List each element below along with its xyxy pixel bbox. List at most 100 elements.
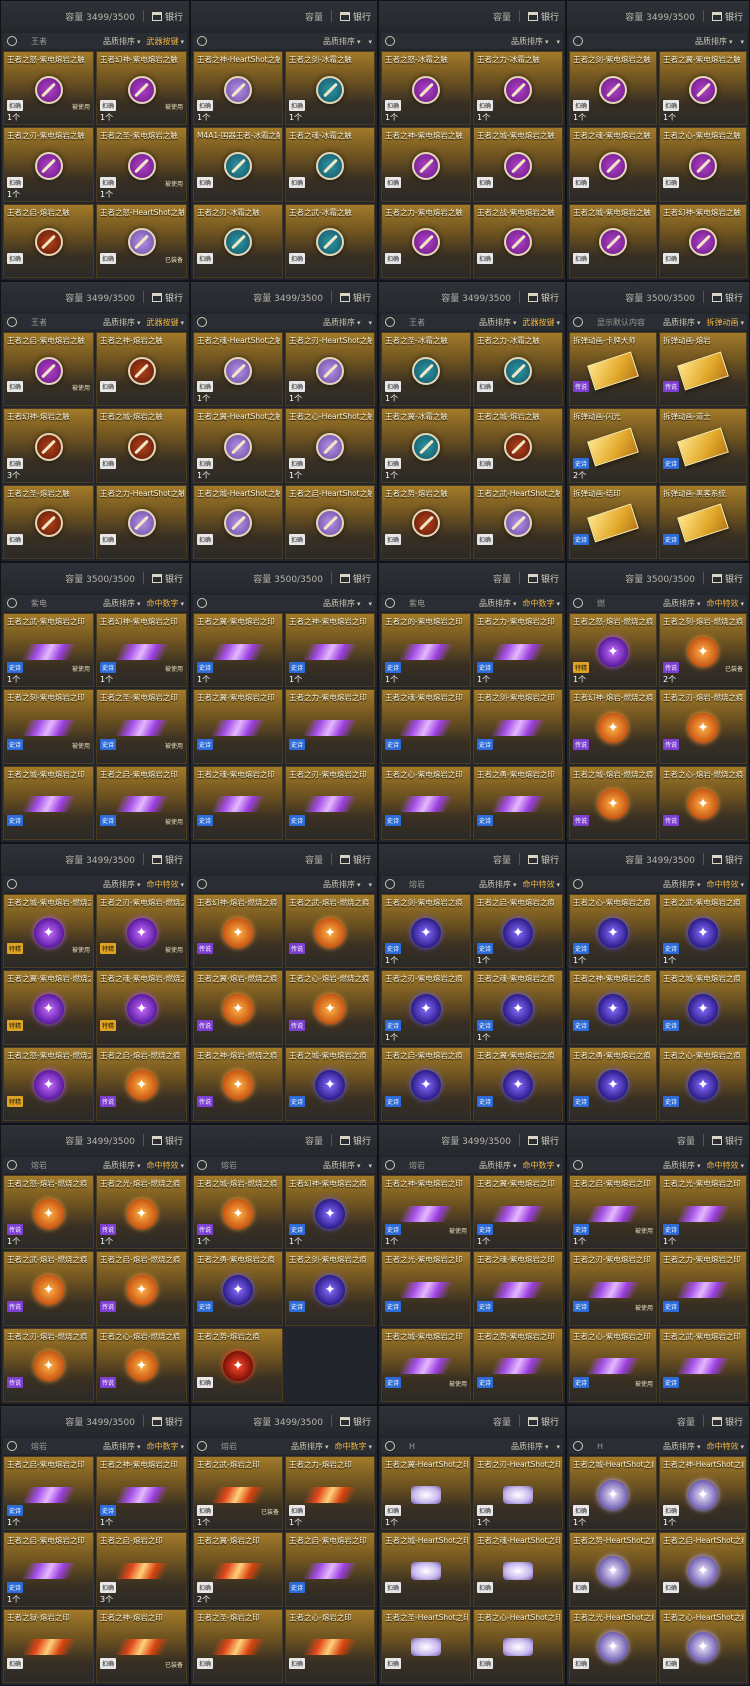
item-card[interactable]: 王者之魂-紫电熔岩之印 史诗 [381,689,471,764]
search-icon[interactable] [7,317,17,327]
item-card[interactable]: 王者之武-熔岩-燃烧之痕 ✦ 传说 [285,894,375,969]
item-card[interactable]: 王者之翼-HeartShot之印 扣确 1个 [381,1456,471,1531]
item-card[interactable]: 王者之力-HeartShot之触 扣确 [96,484,187,559]
category-dropdown[interactable]: 命中特效 [703,1441,747,1452]
bank-button[interactable]: 银行 [151,1134,183,1147]
item-card[interactable]: 王者之圣-熔岩之触 扣确 [3,484,94,559]
item-card[interactable]: 王者之势-熔岩之触 扣确 [381,484,471,559]
item-card[interactable]: 王者之势-HeartShot之痕 ✦ 扣确 [569,1532,657,1607]
search-input[interactable]: 王者 [21,36,100,47]
search-input[interactable]: 显示默认内容 [587,317,660,328]
item-card[interactable]: 王者之魂-冰霜之触 扣确 [285,127,375,202]
sort-dropdown[interactable]: 品质排序 [320,598,364,609]
item-card[interactable]: 王者之光-HeartShot之痕 ✦ 扣确 [569,1608,657,1683]
item-card[interactable]: 王者之怒-熔岩-燃烧之痕 ✦ 传说 1个 [3,1175,94,1250]
item-card[interactable]: 王者之启-紫电熔岩之触 扣确 被使用 [3,332,94,407]
item-card[interactable]: 王者之城-紫电熔岩之痕 ✦ 史诗 [285,1046,375,1121]
item-card[interactable]: 王者之城-熔岩-燃烧之痕 ✦ 传说 [569,765,657,840]
item-card[interactable]: 王者之城-紫电熔岩之印 史诗 [3,765,94,840]
category-dropdown[interactable] [363,1161,375,1170]
item-card[interactable]: 王者之刃-紫电熔岩之印 史诗 被使用 [569,1251,657,1326]
item-card[interactable]: 王者之力-紫电熔岩之触 扣确 [381,203,471,278]
item-card[interactable]: 王者之神-紫电熔岩之触 扣确 [381,127,471,202]
bank-button[interactable]: 银行 [711,572,743,585]
item-card[interactable]: 王者之心-紫电熔岩之痕 ✦ 史诗 [659,1046,747,1121]
search-input[interactable]: 熔岩 [399,1160,476,1171]
bank-button[interactable]: 银行 [711,1415,743,1428]
item-card[interactable]: 王者之武-紫电熔岩之痕 ✦ 史诗 1个 [659,894,747,969]
item-card[interactable]: 拆弹动画-道士 史诗 [659,408,747,483]
item-card[interactable]: 王者之心-紫电熔岩之触 扣确 [659,127,747,202]
item-card[interactable]: 王者之城-紫电熔岩-燃烧之痕 ✦ 特精 被使用 [3,894,94,969]
sort-dropdown[interactable]: 品质排序 [660,879,704,890]
item-card[interactable]: 王者之武-紫电熔岩之印 史诗 [659,1327,747,1402]
category-dropdown[interactable]: 拆弹动画 [703,317,747,328]
item-card[interactable]: 王者之魂-紫电熔岩之触 扣确 [569,127,657,202]
item-card[interactable]: 王者之怒-紫电熔岩-燃烧之痕 ✦ 特精 [3,1046,94,1121]
sort-dropdown[interactable]: 品质排序 [476,598,520,609]
item-card[interactable]: 王者之圣-HeartShot之印 扣确 [381,1608,471,1683]
item-card[interactable]: 王者之心-HeartShot之印 扣确 [473,1608,563,1683]
bank-button[interactable]: 银行 [151,1415,183,1428]
search-icon[interactable] [573,879,583,889]
item-card[interactable]: 王者之城-熔岩之触 扣确 [96,408,187,483]
search-icon[interactable] [197,1160,207,1170]
sort-dropdown[interactable]: 品质排序 [100,317,144,328]
item-card[interactable]: 王者之刃-冰霜之触 扣确 [193,203,283,278]
item-card[interactable]: 王者之怒-熔岩-燃烧之痕 ✦ 特精 1个 [569,613,657,688]
search-input[interactable]: 熔岩 [21,1160,100,1171]
item-card[interactable]: 王者之翼-熔岩-燃烧之痕 ✦ 传说 [193,970,283,1045]
item-card[interactable]: 王者之剑-冰霜之触 扣确 1个 [285,51,375,126]
item-card[interactable]: 王者之启-熔岩-燃烧之痕 ✦ 传说 [96,1046,187,1121]
item-card[interactable]: 王者之翼-紫电熔岩之印 史诗 1个 [193,613,283,688]
item-card[interactable]: 王者之力-冰霜之触 扣确 [473,332,563,407]
item-card[interactable]: 王者之勇-紫电熔岩之痕 ✦ 史诗 [193,1251,283,1326]
search-icon[interactable] [385,317,395,327]
item-card[interactable]: 王者之城-紫电熔岩之触 扣确 [569,203,657,278]
bank-button[interactable]: 银行 [339,572,371,585]
item-card[interactable]: 王者之神-熔岩之印 扣确 已装备 [96,1608,187,1683]
item-card[interactable]: 拆弹动画-熔岩 传说 [659,332,747,407]
item-card[interactable]: 王者之翼-HeartShot之触 扣确 1个 [193,408,283,483]
item-card[interactable]: 王者幻神-紫电熔岩之触 扣确 [659,203,747,278]
sort-dropdown[interactable]: 品质排序 [100,1441,144,1452]
item-card[interactable]: 王者之启-紫电熔岩之印 史诗 被使用 1个 [569,1175,657,1250]
category-dropdown[interactable] [551,37,563,46]
item-card[interactable]: 王者之剑-紫电熔岩之触 扣确 1个 [569,51,657,126]
search-icon[interactable] [7,879,17,889]
item-card[interactable]: 王者之剑-紫电熔岩之痕 ✦ 史诗 [285,1251,375,1326]
item-card[interactable]: 王者之武-冰霜之触 扣确 [285,203,375,278]
category-dropdown[interactable] [735,37,747,46]
category-dropdown[interactable]: 命中数字 [331,1441,375,1452]
sort-dropdown[interactable]: 品质排序 [320,879,364,890]
bank-button[interactable]: 银行 [339,1134,371,1147]
item-card[interactable]: 王者之力-熔岩之印 扣确 1个 [285,1456,375,1531]
sort-dropdown[interactable]: 品质排序 [100,598,144,609]
item-card[interactable]: 王者之刃-紫电熔岩之印 史诗 [285,765,375,840]
item-card[interactable]: 王者之魂-紫电熔岩之印 史诗 [193,765,283,840]
item-card[interactable]: 王者之翼-紫电熔岩之痕 ✦ 史诗 [473,1046,563,1121]
bank-button[interactable]: 银行 [527,1134,559,1147]
bank-button[interactable]: 银行 [527,572,559,585]
item-card[interactable]: 王者之刻-紫电熔岩之印 史诗 被使用 [3,689,94,764]
item-card[interactable]: 王者之启-熔岩之印 扣确 3个 [96,1532,187,1607]
category-dropdown[interactable]: 武器按键 [519,317,563,328]
search-input[interactable]: 王者 [21,317,100,328]
item-card[interactable]: 王者之剑-紫电熔岩之痕 ✦ 史诗 1个 [381,894,471,969]
search-icon[interactable] [573,598,583,608]
search-icon[interactable] [197,598,207,608]
item-card[interactable]: 拆弹动画-卡牌大师 传说 [569,332,657,407]
item-card[interactable]: 王者之武-熔岩之印 扣确 已装备 1个 [193,1456,283,1531]
item-card[interactable]: 王者之神-紫电熔岩之印 史诗 1个 [96,1456,187,1531]
item-card[interactable]: 王者之刃-紫电熔岩-燃烧之痕 ✦ 特精 被使用 [96,894,187,969]
item-card[interactable]: 王者之神-紫电熔岩之印 史诗 1个 [285,613,375,688]
item-card[interactable]: 王者之城-HeartShot之印 扣确 [381,1532,471,1607]
search-icon[interactable] [7,1160,17,1170]
search-input[interactable]: 紫电 [399,598,476,609]
search-icon[interactable] [573,1160,583,1170]
bank-button[interactable]: 银行 [339,10,371,23]
item-card[interactable]: 王者之启-熔岩之触 扣确 [3,203,94,278]
search-icon[interactable] [385,1160,395,1170]
sort-dropdown[interactable]: 品质排序 [100,1160,144,1171]
category-dropdown[interactable] [363,599,375,608]
